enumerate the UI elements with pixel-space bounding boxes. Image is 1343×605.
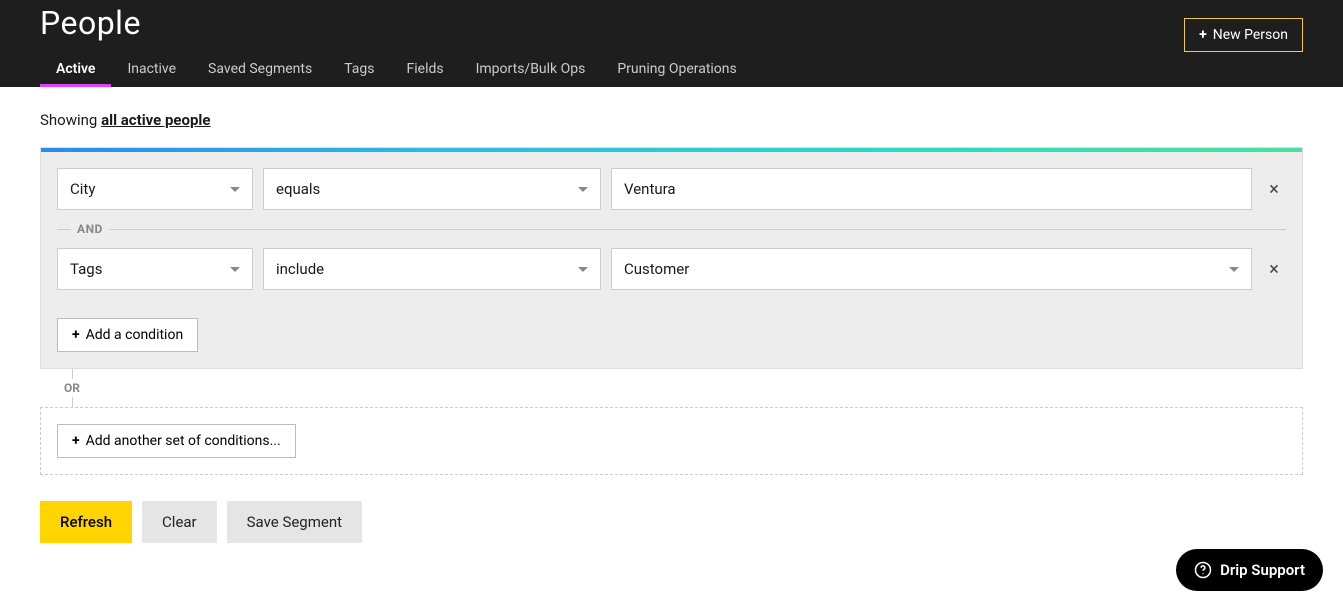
condition-operator-value: include	[276, 260, 324, 278]
and-divider: AND	[57, 222, 1286, 236]
refresh-button[interactable]: Refresh	[40, 501, 132, 543]
connector-line	[72, 397, 73, 407]
page-title: People	[40, 4, 141, 42]
tab-inactive[interactable]: Inactive	[111, 51, 192, 87]
close-icon: ×	[1269, 259, 1279, 280]
or-label: OR	[64, 379, 80, 397]
condition-value-input[interactable]: Ventura	[611, 168, 1252, 210]
remove-condition-button[interactable]: ×	[1262, 259, 1286, 280]
showing-line: Showing all active people	[40, 111, 1303, 129]
add-condition-label: Add a condition	[86, 327, 184, 343]
tab-active[interactable]: Active	[40, 51, 111, 87]
condition-value-text: Ventura	[624, 180, 676, 198]
condition-field-dropdown[interactable]: Tags	[57, 248, 253, 290]
action-buttons: Refresh Clear Save Segment	[40, 501, 1303, 543]
chevron-down-icon	[578, 267, 588, 272]
condition-field-value: City	[70, 180, 95, 198]
add-set-label: Add another set of conditions...	[86, 433, 281, 449]
and-label: AND	[77, 222, 103, 236]
showing-prefix: Showing	[40, 111, 101, 129]
app-header: People + New Person Active Inactive Save…	[0, 0, 1343, 87]
condition-field-dropdown[interactable]: City	[57, 168, 253, 210]
plus-icon: +	[1199, 27, 1207, 43]
condition-row: City equals Ventura ×	[57, 168, 1286, 210]
support-label: Drip Support	[1220, 561, 1305, 579]
new-person-button[interactable]: + New Person	[1184, 18, 1303, 52]
close-icon: ×	[1269, 179, 1279, 200]
condition-field-value: Tags	[70, 260, 102, 278]
tab-tags[interactable]: Tags	[328, 51, 390, 87]
condition-row: Tags include Customer ×	[57, 248, 1286, 290]
or-connector: OR	[40, 369, 1303, 407]
tab-saved-segments[interactable]: Saved Segments	[192, 51, 328, 87]
content-area: Showing all active people City equals Ve…	[0, 87, 1343, 567]
add-condition-set-box: + Add another set of conditions...	[40, 407, 1303, 475]
chevron-down-icon	[230, 267, 240, 272]
plus-icon: +	[72, 327, 80, 343]
showing-filter-link[interactable]: all active people	[101, 111, 210, 129]
support-widget[interactable]: Drip Support	[1176, 549, 1323, 591]
condition-value-text: Customer	[624, 260, 689, 278]
clear-button[interactable]: Clear	[142, 501, 217, 543]
add-condition-set-button[interactable]: + Add another set of conditions...	[57, 424, 296, 458]
tab-imports-bulk-ops[interactable]: Imports/Bulk Ops	[460, 51, 602, 87]
chevron-down-icon	[1229, 267, 1239, 272]
chevron-down-icon	[230, 187, 240, 192]
chevron-down-icon	[578, 187, 588, 192]
tab-bar: Active Inactive Saved Segments Tags Fiel…	[40, 51, 753, 87]
save-segment-button[interactable]: Save Segment	[227, 501, 362, 543]
condition-operator-dropdown[interactable]: equals	[263, 168, 601, 210]
condition-operator-value: equals	[276, 180, 320, 198]
segment-conditions-box: City equals Ventura × AND Tags	[40, 147, 1303, 369]
add-condition-button[interactable]: + Add a condition	[57, 318, 198, 352]
remove-condition-button[interactable]: ×	[1262, 179, 1286, 200]
tab-pruning-operations[interactable]: Pruning Operations	[601, 51, 752, 87]
tab-fields[interactable]: Fields	[391, 51, 460, 87]
plus-icon: +	[72, 433, 80, 449]
condition-value-dropdown[interactable]: Customer	[611, 248, 1252, 290]
condition-operator-dropdown[interactable]: include	[263, 248, 601, 290]
connector-line	[72, 369, 73, 379]
new-person-label: New Person	[1213, 27, 1288, 43]
help-icon	[1194, 561, 1212, 579]
